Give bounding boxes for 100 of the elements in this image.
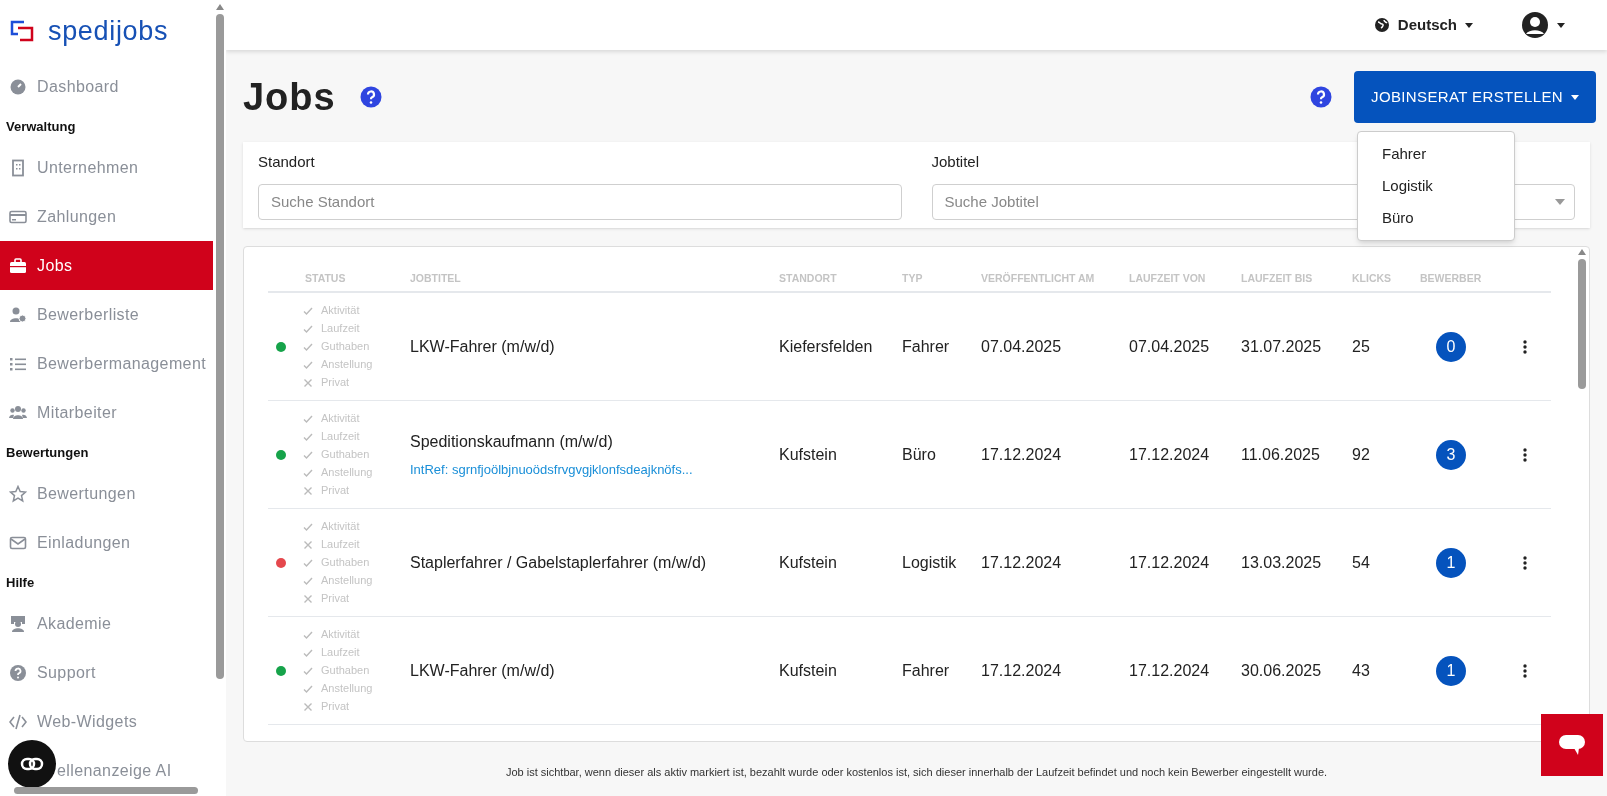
table-cell-text: 13.03.2025	[1241, 552, 1323, 573]
gauge-icon	[9, 77, 27, 96]
status-label: Guthaben	[321, 447, 370, 463]
sidebar-item[interactable]: Unternehmen	[0, 143, 213, 192]
intref-link[interactable]: IntRef: sgrnfjoölbjnuoödsfrvgvgjklonfsdeajknöfs...	[410, 459, 779, 480]
table-cell-text: 07.04.2025	[1129, 336, 1211, 357]
job-title: LKW-Fahrer (m/w/d)	[410, 336, 556, 357]
more-options-icon[interactable]	[1523, 339, 1527, 354]
field-label: Standort	[258, 152, 315, 172]
table-cell-text: 31.07.2025	[1241, 336, 1323, 357]
caret-icon	[1571, 94, 1579, 100]
table-cell-text: 43	[1352, 660, 1371, 681]
sidebar-item[interactable]: Zahlungen	[0, 192, 213, 241]
more-options-icon[interactable]	[1523, 555, 1527, 570]
status-label: Anstellung	[321, 357, 373, 373]
teacher-icon	[9, 614, 27, 633]
status-label: Anstellung	[321, 681, 373, 697]
status-label: Aktivität	[321, 627, 360, 643]
applicant-count-badge: 1	[1436, 547, 1466, 578]
table-cell-text: Kufstein	[779, 444, 838, 465]
help-icon[interactable]	[359, 86, 382, 108]
code-icon	[9, 712, 27, 731]
job-title: LKW-Fahrer (m/w/d)	[410, 660, 556, 681]
job-title: Staplerfahrer / Gabelstaplerfahrer (m/w/d)	[410, 552, 708, 573]
scroll-up-icon[interactable]	[215, 4, 224, 10]
chat-button[interactable]	[1541, 714, 1603, 776]
column-header: BEWERBER	[1420, 271, 1483, 287]
applicant-count-badge: 3	[1436, 439, 1466, 470]
table-cell-text: 30.06.2025	[1241, 660, 1323, 681]
section-heading: Hilfe	[5, 574, 36, 593]
table-cell-text: Fahrer	[902, 660, 951, 681]
status-label: Guthaben	[321, 339, 370, 355]
sidebar-item[interactable]: Bewerberliste	[0, 290, 213, 339]
help-icon	[9, 663, 27, 682]
table-cell-text: 07.04.2025	[981, 336, 1063, 357]
column-header: KLICKS	[1352, 271, 1393, 287]
sidebar-item[interactable]: Support	[0, 648, 213, 697]
sidebar-item[interactable]: ellenanzeige AI	[0, 746, 213, 795]
users-icon	[9, 403, 27, 422]
dropdown-item[interactable]: Fahrer	[1358, 138, 1514, 170]
language-button[interactable]: Deutsch	[1373, 13, 1473, 37]
caret-icon	[1465, 22, 1473, 28]
sidebar-item[interactable]: Mitarbeiter	[0, 388, 213, 437]
column-header: LAUFZEIT BIS	[1241, 271, 1314, 287]
table-cell-text: Kiefersfelden	[779, 336, 874, 357]
table-cell-text: Kufstein	[779, 660, 838, 681]
applicant-count-badge: 1	[1436, 655, 1466, 686]
sidebar-item[interactable]: Einladungen	[0, 518, 213, 567]
status-label: Anstellung	[321, 465, 373, 481]
status-label: Laufzeit	[321, 537, 360, 553]
table-cell-text: 11.06.2025	[1241, 444, 1321, 465]
sidebar-item[interactable]: Dashboard	[0, 62, 213, 111]
status-label: Anstellung	[321, 573, 373, 589]
sidebar-item[interactable]: Jobs	[0, 241, 213, 290]
status-label: Laufzeit	[321, 429, 360, 445]
user-menu-button[interactable]	[1521, 11, 1565, 39]
building-icon	[9, 158, 27, 177]
table-cell-text: 17.12.2024	[1129, 552, 1211, 573]
briefcase-icon	[9, 256, 27, 275]
scrollbar-thumb[interactable]	[1578, 259, 1586, 389]
status-label: Privat	[321, 375, 350, 391]
sidebar-item[interactable]: Web-Widgets	[0, 697, 213, 746]
sidebar-item[interactable]: Bewerbermanagement	[0, 339, 213, 388]
scrollbar-thumb[interactable]	[215, 14, 224, 679]
user-clock-icon	[9, 305, 27, 324]
input-field[interactable]: Suche Standort	[258, 183, 902, 220]
globe-icon	[1373, 17, 1390, 33]
more-options-icon[interactable]	[1523, 447, 1527, 462]
column-header: JOBTITEL	[410, 271, 462, 287]
status-label: Privat	[321, 591, 350, 607]
caret-icon	[1557, 22, 1565, 28]
link-icon	[20, 757, 44, 771]
table-cell-text: 25	[1352, 336, 1371, 357]
sidebar-item[interactable]: Akademie	[0, 599, 213, 648]
logo-text: spedijobs	[48, 17, 169, 45]
chat-icon	[1558, 733, 1586, 757]
table-cell-text: 17.12.2024	[1129, 660, 1211, 681]
help-icon[interactable]	[1310, 86, 1332, 108]
chat-bubble-button[interactable]	[8, 740, 56, 788]
create-job-button[interactable]: JOBINSERAT ERSTELLEN	[1354, 71, 1596, 123]
table-cell-text: 17.12.2024	[1129, 444, 1211, 465]
status-label: Privat	[321, 483, 350, 499]
horizontal-scrollbar[interactable]	[14, 787, 198, 794]
job-title: Speditionskaufmann (m/w/d)	[410, 431, 614, 452]
status-label: Laufzeit	[321, 645, 360, 661]
status-label: Guthaben	[321, 663, 370, 679]
table-cell-text: Kufstein	[779, 552, 838, 573]
more-options-icon[interactable]	[1523, 663, 1527, 678]
column-header: VERÖFFENTLICHT AM	[981, 271, 1096, 287]
caret-icon[interactable]	[1555, 198, 1565, 205]
footer-note: Job ist sichtbar, wenn dieser als aktiv markiert ist, bezahlt wurde oder kostenlos ist, sich dieser innerhalb der Laufzeit befindet und noch kein Bewerber eingestellt wurde.	[505, 765, 1328, 780]
sidebar-item[interactable]: Bewertungen	[0, 469, 213, 518]
table-cell-text: Büro	[902, 444, 937, 465]
scroll-up-icon[interactable]	[1578, 249, 1586, 255]
table-cell-text: 17.12.2024	[981, 660, 1063, 681]
section-heading: Bewertungen	[5, 444, 90, 463]
status-label: Aktivität	[321, 519, 360, 535]
table-cell-text: 54	[1352, 552, 1371, 573]
status-label: Aktivität	[321, 411, 360, 427]
field-label: Jobtitel	[931, 152, 980, 172]
